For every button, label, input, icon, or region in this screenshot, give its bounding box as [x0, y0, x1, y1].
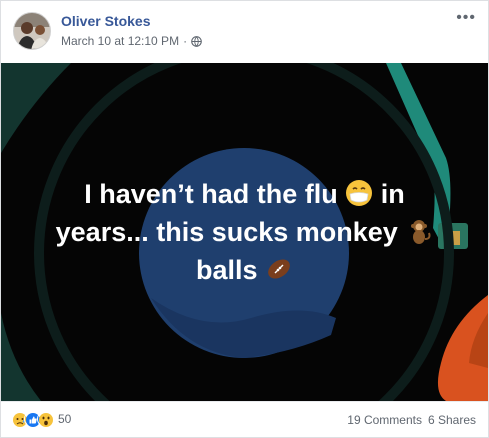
mask-face-emoji [346, 180, 373, 206]
football-emoji [268, 259, 290, 279]
post-text-line-2: years... this sucks monkey [21, 213, 468, 251]
author-avatar[interactable] [13, 12, 51, 50]
shares-count-link[interactable]: 6 Shares [428, 413, 476, 427]
author-name[interactable]: Oliver Stokes [61, 13, 151, 29]
globe-icon[interactable] [191, 35, 202, 47]
comments-count-link[interactable]: 19 Comments [347, 413, 422, 427]
engagement-stats: 19 Comments 6 Shares [347, 413, 476, 427]
post-media[interactable]: I haven’t had the flu in years... this s… [1, 63, 488, 401]
post-text-line-1: I haven’t had the flu in [84, 179, 405, 209]
post-text-line-3: balls [21, 251, 468, 289]
reaction-summary[interactable]: 50 [11, 411, 71, 427]
post-header: Oliver Stokes March 10 at 12:10 PM · ••• [1, 1, 488, 61]
post-timestamp[interactable]: March 10 at 12:10 PM [61, 34, 179, 48]
avatar-photo [14, 13, 50, 49]
monkey-emoji [411, 220, 431, 244]
reaction-count[interactable]: 50 [58, 412, 71, 426]
more-options-button[interactable]: ••• [456, 10, 476, 26]
post-footer: 50 19 Comments 6 Shares [1, 401, 488, 437]
post-meta: March 10 at 12:10 PM · [61, 34, 202, 48]
facebook-post: Oliver Stokes March 10 at 12:10 PM · ••• [0, 0, 489, 438]
wow-reaction-icon [37, 411, 53, 427]
post-text: I haven’t had the flu in years... this s… [21, 175, 468, 289]
meta-separator: · [183, 34, 188, 48]
